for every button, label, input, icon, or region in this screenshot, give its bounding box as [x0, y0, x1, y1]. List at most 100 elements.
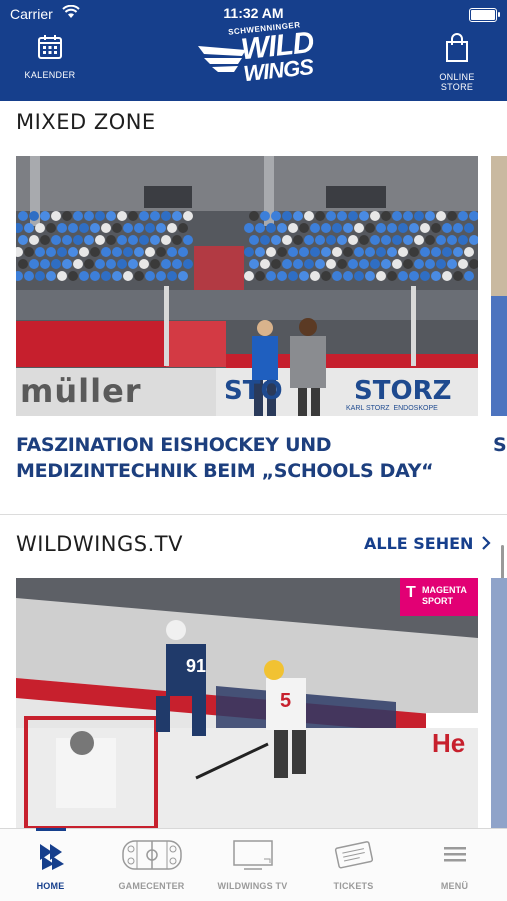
battery-icon	[469, 8, 500, 22]
crowd-fan	[288, 271, 298, 281]
crowd-fan	[266, 247, 276, 257]
tab-home[interactable]: HOME	[0, 828, 101, 901]
crowd-fan	[101, 247, 111, 257]
crowd-fan	[403, 235, 413, 245]
board-text: He	[432, 728, 466, 758]
crowd-fan	[46, 247, 56, 257]
tab-label: GAMECENTER	[118, 881, 185, 891]
wildwings-logo[interactable]: SCHWENNINGER WILD WINGS	[198, 20, 315, 88]
crowd-fan	[436, 211, 446, 221]
video-card-thumbnail[interactable]: T MAGENTA SPORT 91 5 He	[16, 578, 478, 828]
banner-storz-sub: KARL STORZ ENDOSKOPE	[346, 405, 438, 412]
crowd-fan	[178, 247, 188, 257]
crowd-fan	[376, 247, 386, 257]
next-video-thumbnail[interactable]	[491, 578, 507, 828]
crowd-fan	[458, 259, 468, 269]
crowd-fan	[398, 271, 408, 281]
crowd-fan	[304, 211, 314, 221]
crowd-fan	[73, 259, 83, 269]
crowd-fan	[299, 271, 309, 281]
crowd-fan	[381, 259, 391, 269]
crowd-fan	[370, 235, 380, 245]
crowd-fan	[453, 271, 463, 281]
news-headline[interactable]: FASZINATION EISHOCKEY UND MEDIZINTECHNIK…	[16, 432, 486, 484]
crowd-fan	[24, 271, 34, 281]
telekom-t-icon: T	[406, 584, 416, 601]
tab-gamecenter[interactable]: GAMECENTER	[101, 829, 202, 901]
chevron-right-icon	[482, 536, 491, 550]
crowd-fan	[431, 247, 441, 257]
crowd-fan	[348, 211, 358, 221]
crowd-fan	[73, 235, 83, 245]
crowd-fan	[161, 235, 171, 245]
next-card-image[interactable]	[491, 156, 507, 416]
crowd-fan	[260, 259, 270, 269]
crowd-fan	[277, 247, 287, 257]
crowd-fan	[112, 223, 122, 233]
crowd-fan	[62, 211, 72, 221]
crowd-fan	[134, 271, 144, 281]
crowd-fan	[359, 211, 369, 221]
crowd-fan	[134, 247, 144, 257]
crowd-fan	[40, 235, 50, 245]
crowd-fan	[40, 211, 50, 221]
online-store-button[interactable]: ONLINE STORE	[425, 33, 489, 92]
crowd-fan	[161, 211, 171, 221]
crowd-fan	[266, 271, 276, 281]
crowd-fan	[271, 211, 281, 221]
crowd-fan	[310, 247, 320, 257]
news-card-image[interactable]: müller STO STORZ KARL STORZ ENDOSKOPE	[16, 156, 478, 416]
tab-tickets[interactable]: TICKETS	[303, 829, 404, 901]
crowd-fan	[343, 223, 353, 233]
tab-wildwings-tv[interactable]: WILDWINGS TV	[202, 829, 303, 901]
crowd-fan	[172, 235, 182, 245]
section-title-wildwings-tv: WILDWINGS.TV	[16, 532, 183, 556]
tab-menu[interactable]: MENÜ	[404, 829, 505, 901]
crowd-fan	[337, 259, 347, 269]
crowd-fan	[150, 211, 160, 221]
next-news-headline[interactable]: S	[493, 432, 507, 458]
jersey-number-a: 91	[186, 656, 207, 676]
crowd-fan	[249, 235, 259, 245]
crowd-fan	[447, 259, 457, 269]
crowd-fan	[321, 271, 331, 281]
crowd-fan	[315, 235, 325, 245]
crowd-fan	[332, 223, 342, 233]
crowd-fan	[337, 235, 347, 245]
home-logo-icon	[40, 844, 64, 870]
logo-line-2: WINGS	[242, 54, 314, 87]
crowd-fan	[420, 247, 430, 257]
crowd-fan	[354, 247, 364, 257]
tab-bar: HOME GAMECENTER WILDWINGS TV TICKETS MEN…	[0, 828, 507, 901]
crowd-fan	[277, 271, 287, 281]
crowd-fan	[167, 223, 177, 233]
crowd-fan	[106, 235, 116, 245]
crowd-fan	[293, 211, 303, 221]
crowd-fan	[420, 223, 430, 233]
banner-mueller-text: müller	[20, 372, 142, 410]
crowd-fan	[442, 271, 452, 281]
crowd-fan	[128, 211, 138, 221]
crowd-fan	[381, 235, 391, 245]
crowd-fan	[315, 259, 325, 269]
crowd-fan	[398, 247, 408, 257]
calendar-button[interactable]: KALENDER	[22, 33, 78, 80]
crowd-fan	[29, 235, 39, 245]
crowd-fan	[271, 259, 281, 269]
crowd-fan	[51, 211, 61, 221]
crowd-fan	[183, 235, 193, 245]
crowd-fan	[167, 247, 177, 257]
crowd-fan	[117, 211, 127, 221]
crowd-fan	[370, 211, 380, 221]
crowd-fan	[260, 235, 270, 245]
crowd-fan	[420, 271, 430, 281]
crowd-fan	[304, 235, 314, 245]
crowd-fan	[79, 271, 89, 281]
tab-label: TICKETS	[333, 881, 374, 891]
see-all-link[interactable]: ALLE SEHEN	[364, 534, 491, 553]
crowd-fan	[343, 271, 353, 281]
crowd-fan	[68, 247, 78, 257]
crowd-fan	[156, 223, 166, 233]
crowd-fan	[447, 211, 457, 221]
crowd-fan	[403, 211, 413, 221]
